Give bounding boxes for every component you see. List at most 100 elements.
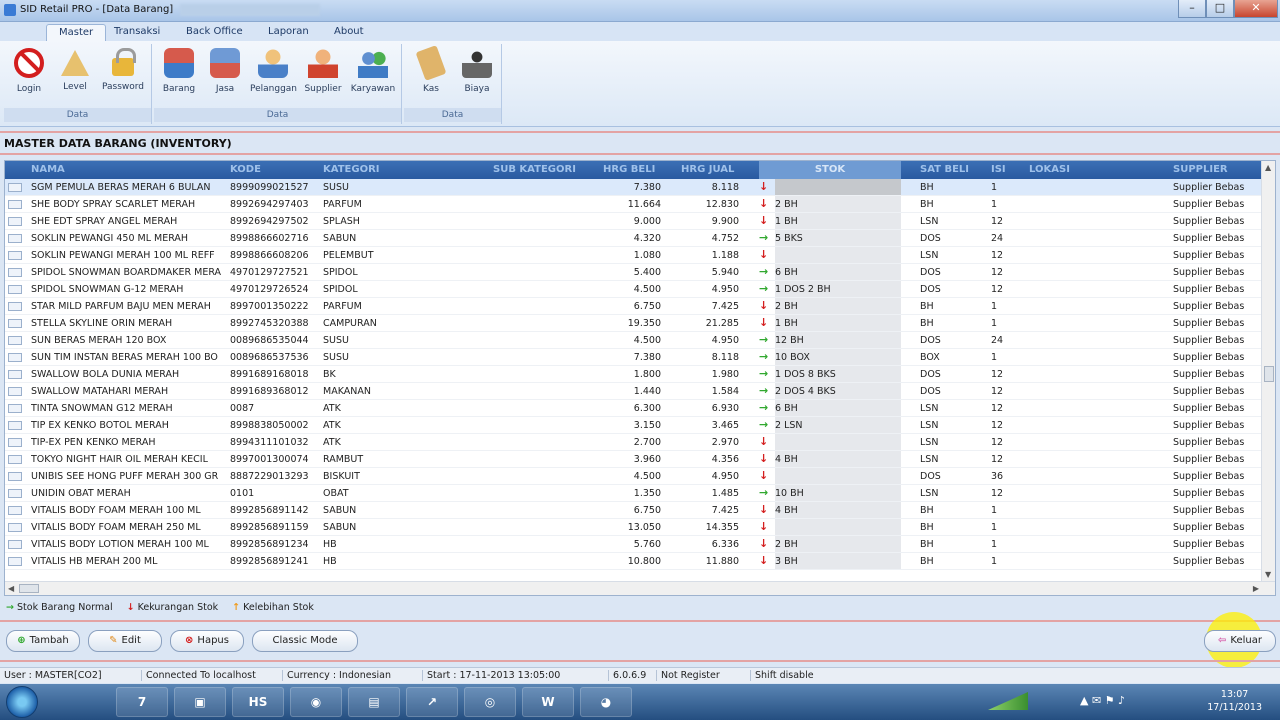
table-row[interactable]: → SUN BERAS MERAH 120 BOX 0089686535044 SUS… — [5, 332, 1263, 349]
column-header-hrg-beli[interactable]: HRG BELI — [603, 164, 655, 175]
row-selector[interactable] — [8, 217, 22, 226]
row-selector[interactable] — [8, 523, 22, 532]
row-selector[interactable] — [8, 251, 22, 260]
row-selector[interactable] — [8, 319, 22, 328]
row-selector[interactable] — [8, 506, 22, 515]
table-row[interactable]: ↓ TIP-EX PEN KENKO MERAH 8994311101032 ATK 2… — [5, 434, 1263, 451]
table-row[interactable]: → TINTA SNOWMAN G12 MERAH 0087 ATK 6.300 6.93… — [5, 400, 1263, 417]
row-selector[interactable] — [8, 336, 22, 345]
tab-laporan[interactable]: Laporan — [256, 24, 321, 41]
table-row[interactable]: ↓ VITALIS BODY FOAM MERAH 100 ML 899285689… — [5, 502, 1263, 519]
tab-about[interactable]: About — [322, 24, 376, 41]
table-row[interactable]: ↓ SGM PEMULA BERAS MERAH 6 BULAN 899909902… — [5, 179, 1263, 196]
table-row[interactable]: ↓ SHE BODY SPRAY SCARLET MERAH 89926942974… — [5, 196, 1263, 213]
column-header-stok[interactable]: STOK — [759, 161, 901, 179]
row-selector[interactable] — [8, 557, 22, 566]
scroll-thumb[interactable] — [1264, 366, 1274, 382]
table-row[interactable]: → UNIDIN OBAT MERAH 0101 OBAT 1.350 1.485 10 B… — [5, 485, 1263, 502]
row-selector[interactable] — [8, 183, 22, 192]
taskbar-app-2[interactable]: ▣ — [174, 687, 226, 717]
table-row[interactable]: → SUN TIM INSTAN BERAS MERAH 100 BO 008968… — [5, 349, 1263, 366]
supplier-button[interactable]: Supplier — [300, 46, 346, 98]
column-header-hrg-jual[interactable]: HRG JUAL — [681, 164, 734, 175]
horizontal-scrollbar[interactable]: ◀ ▶ — [5, 581, 1275, 595]
row-selector[interactable] — [8, 421, 22, 430]
table-row[interactable]: ↓ UNIBIS SEE HONG PUFF MERAH 300 GR 888722… — [5, 468, 1263, 485]
taskbar-app-1[interactable]: 7 — [116, 687, 168, 717]
tray-icons[interactable]: ▲ ✉ ⚑ ♪ — [1080, 694, 1125, 707]
taskbar-app-7[interactable]: ◎ — [464, 687, 516, 717]
row-selector[interactable] — [8, 234, 22, 243]
table-row[interactable]: → SPIDOL SNOWMAN G-12 MERAH 4970129726524 S… — [5, 281, 1263, 298]
start-button[interactable] — [6, 686, 38, 718]
scroll-right-icon[interactable]: ▶ — [1253, 584, 1259, 593]
pelanggan-button[interactable]: Pelanggan — [250, 46, 297, 98]
table-row[interactable]: ↓ VITALIS BODY LOTION MERAH 100 ML 8992856… — [5, 536, 1263, 553]
row-selector[interactable] — [8, 455, 22, 464]
close-button[interactable]: ✕ — [1234, 0, 1278, 18]
level-button[interactable]: Level — [52, 46, 98, 98]
minimize-button[interactable]: – — [1178, 0, 1206, 18]
password-button[interactable]: Password — [100, 46, 146, 98]
scroll-thumb[interactable] — [19, 584, 39, 593]
taskbar-explorer[interactable]: ▤ — [348, 687, 400, 717]
row-selector[interactable] — [8, 268, 22, 277]
taskbar-app-6[interactable]: ↗ — [406, 687, 458, 717]
karyawan-button[interactable]: Karyawan — [350, 46, 396, 98]
taskbar-word[interactable]: W — [522, 687, 574, 717]
table-row[interactable]: ↓ SOKLIN PEWANGI MERAH 100 ML REFF 8998866… — [5, 247, 1263, 264]
taskbar-firefox[interactable]: ◉ — [290, 687, 342, 717]
classic-mode-button[interactable]: Classic Mode — [252, 630, 358, 652]
column-header-kategori[interactable]: KATEGORI — [323, 164, 380, 175]
signal-icon[interactable] — [988, 692, 1028, 710]
data-grid[interactable]: NAMA KODE KATEGORI SUB KATEGORI HRG BELI… — [4, 160, 1276, 596]
table-row[interactable]: ↓ STAR MILD PARFUM BAJU MEN MERAH 89970013… — [5, 298, 1263, 315]
row-selector[interactable] — [8, 302, 22, 311]
barang-button[interactable]: Barang — [156, 46, 202, 98]
row-selector[interactable] — [8, 200, 22, 209]
scroll-down-icon[interactable]: ▼ — [1265, 570, 1271, 579]
row-selector[interactable] — [8, 472, 22, 481]
scroll-up-icon[interactable]: ▲ — [1265, 163, 1271, 172]
table-row[interactable]: ↓ TOKYO NIGHT HAIR OIL MERAH KECIL 8997001… — [5, 451, 1263, 468]
row-selector[interactable] — [8, 285, 22, 294]
column-header-isi[interactable]: ISI — [991, 164, 1006, 175]
hapus-button[interactable]: ⊗ Hapus — [170, 630, 244, 652]
vertical-scrollbar[interactable]: ▲ ▼ — [1261, 161, 1275, 581]
table-row[interactable]: ↓ VITALIS HB MERAH 200 ML 8992856891241 HB 1… — [5, 553, 1263, 570]
row-selector[interactable] — [8, 370, 22, 379]
tambah-button[interactable]: ⊕ Tambah — [6, 630, 80, 652]
table-row[interactable]: ↓ SHE EDT SPRAY ANGEL MERAH 8992694297502 S… — [5, 213, 1263, 230]
column-header-nama[interactable]: NAMA — [31, 164, 65, 175]
column-header-kode[interactable]: KODE — [230, 164, 261, 175]
table-row[interactable]: ↓ VITALIS BODY FOAM MERAH 250 ML 899285689… — [5, 519, 1263, 536]
maximize-button[interactable]: □ — [1206, 0, 1234, 18]
table-row[interactable]: → SWALLOW BOLA DUNIA MERAH 8991689168018 BK… — [5, 366, 1263, 383]
clock[interactable]: 13:07 17/11/2013 — [1207, 688, 1262, 714]
jasa-button[interactable]: Jasa — [202, 46, 248, 98]
taskbar-app-9[interactable]: ◕ — [580, 687, 632, 717]
scroll-left-icon[interactable]: ◀ — [8, 584, 14, 593]
column-header-supplier[interactable]: SUPPLIER — [1173, 164, 1228, 175]
table-row[interactable]: → SOKLIN PEWANGI 450 ML MERAH 899886660271… — [5, 230, 1263, 247]
edit-button[interactable]: ✎ Edit — [88, 630, 162, 652]
row-selector[interactable] — [8, 353, 22, 362]
table-row[interactable]: → SWALLOW MATAHARI MERAH 8991689368012 MAKA… — [5, 383, 1263, 400]
column-header-sub-kategori[interactable]: SUB KATEGORI — [493, 164, 576, 175]
row-selector[interactable] — [8, 404, 22, 413]
biaya-button[interactable]: Biaya — [454, 46, 500, 98]
row-selector[interactable] — [8, 540, 22, 549]
table-row[interactable]: → TIP EX KENKO BOTOL MERAH 8998838050002 AT… — [5, 417, 1263, 434]
tab-back-office[interactable]: Back Office — [174, 24, 255, 41]
kas-button[interactable]: Kas — [408, 45, 454, 98]
keluar-button[interactable]: ⇦ Keluar — [1204, 630, 1276, 652]
table-row[interactable]: ↓ STELLA SKYLINE ORIN MERAH 8992745320388 C… — [5, 315, 1263, 332]
column-header-lokasi[interactable]: LOKASI — [1029, 164, 1070, 175]
taskbar-app-3[interactable]: HS — [232, 687, 284, 717]
column-header-sat-beli[interactable]: SAT BELI — [920, 164, 969, 175]
tab-master[interactable]: Master — [46, 24, 107, 41]
row-selector[interactable] — [8, 387, 22, 396]
row-selector[interactable] — [8, 489, 22, 498]
row-selector[interactable] — [8, 438, 22, 447]
table-row[interactable]: → SPIDOL SNOWMAN BOARDMAKER MERA 497012972… — [5, 264, 1263, 281]
